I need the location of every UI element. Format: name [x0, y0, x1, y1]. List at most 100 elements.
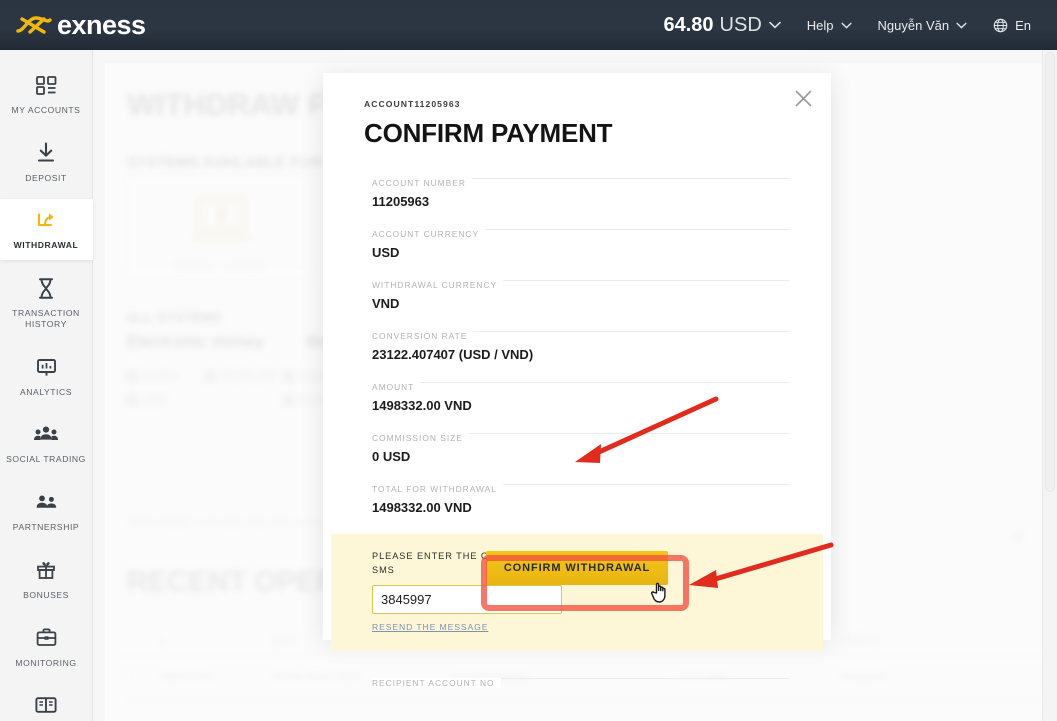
sidebar-item-label: SOCIAL TRADING: [6, 454, 86, 465]
sidebar-item-monitoring[interactable]: MONITORING: [0, 617, 93, 678]
download-arrow-icon: [36, 141, 56, 165]
field-withdrawal-currency: WITHDRAWAL CURRENCY VND: [364, 267, 790, 316]
book-icon: [35, 693, 57, 717]
hourglass-icon: [38, 276, 54, 300]
confirm-withdrawal-button[interactable]: CONFIRM WITHDRAWAL: [486, 551, 668, 585]
modal-title: CONFIRM PAYMENT: [364, 118, 613, 148]
app-root: exness 64.80 USD Help Nguyễn Văn En MY A…: [0, 0, 1057, 721]
field-value: VND: [372, 296, 400, 311]
modal-body: ACCOUNT11205963 CONFIRM PAYMENT ACCOUNT …: [323, 73, 831, 696]
sidebar-item-transaction-history[interactable]: TRANSACTION HISTORY: [0, 267, 93, 338]
field-value: 1498332.00 VND: [372, 500, 472, 515]
field-value: 0 USD: [372, 449, 411, 464]
sidebar-item-label: ANALYTICS: [19, 386, 73, 397]
field-total-for-withdrawal: TOTAL FOR WITHDRAWAL 1498332.00 VND: [364, 471, 790, 520]
field-account-number: ACCOUNT NUMBER 11205963: [364, 165, 790, 214]
sidebar-item-withdrawal[interactable]: WITHDRAWAL: [0, 199, 93, 261]
row-id: 156670785: [159, 671, 212, 683]
grid-accounts-icon: [35, 73, 57, 97]
row-expand-toggle[interactable]: –: [117, 671, 159, 683]
method-card-label: INTERNET BANKING: [171, 260, 269, 270]
language-label: En: [1015, 17, 1031, 33]
field-label: ACCOUNT NUMBER: [372, 178, 472, 188]
header-right-group: 64.80 USD Help Nguyễn Văn En: [663, 0, 1057, 50]
sidebar-item-my-accounts[interactable]: MY ACCOUNTS: [0, 64, 93, 125]
payment-method-neteller[interactable]: NETELLER: [205, 370, 283, 382]
field-label: CONVERSION RATE: [372, 331, 474, 341]
nganluong-icon: [283, 370, 294, 382]
balance-selector[interactable]: 64.80 USD: [663, 13, 781, 37]
brand-logo[interactable]: exness: [14, 11, 146, 39]
briefcase-icon: [36, 626, 57, 650]
sidebar-item-social-trading[interactable]: SOCIAL TRADING: [0, 413, 93, 474]
sidebar-item-bonuses[interactable]: BONUSES: [0, 549, 93, 610]
people-group-icon: [34, 422, 58, 446]
field-label: RECIPIENT ACCOUNT NO: [372, 677, 501, 688]
neteller-icon: [205, 370, 216, 382]
confirm-payment-modal: ACCOUNT11205963 CONFIRM PAYMENT ACCOUNT …: [323, 73, 831, 688]
sidebar-item-label: PARTNERSHIP: [12, 522, 80, 533]
field-label: ACCOUNT CURRENCY: [372, 229, 486, 239]
sidebar-item-label: WITHDRAWAL: [13, 240, 79, 251]
tab-electronic-money[interactable]: Electronic money: [127, 333, 265, 352]
hand-pointer-cursor: [650, 578, 672, 609]
help-menu[interactable]: Help: [807, 18, 852, 33]
sidebar-item-analytics[interactable]: ANALYTICS: [0, 346, 93, 407]
row-status: Accepted: [841, 671, 885, 683]
sidebar-item-label: MY ACCOUNTS: [11, 105, 81, 115]
laptop-banking-icon: [188, 194, 254, 251]
user-menu[interactable]: Nguyễn Văn: [878, 18, 968, 33]
method-card-internet-banking[interactable]: INTERNET BANKING: [127, 175, 313, 279]
bank-icon: [283, 394, 294, 406]
field-value: USD: [372, 245, 400, 260]
sidebar-item-label: BONUSES: [23, 589, 69, 600]
payment-method-skrill[interactable]: Skrill: [127, 394, 205, 406]
th-status: STATUS: [841, 635, 882, 647]
help-label: Help: [806, 17, 834, 33]
modal-actions: CONFIRM WITHDRAWAL: [323, 551, 831, 585]
exness-logo-icon: [14, 12, 54, 38]
top-header: exness 64.80 USD Help Nguyễn Văn En: [0, 0, 1057, 50]
resend-message-link[interactable]: RESEND THE MESSAGE: [372, 622, 488, 632]
sidebar-item-label: TRANSACTION HISTORY: [12, 308, 80, 329]
field-label: AMOUNT: [372, 382, 421, 392]
partners-icon: [35, 490, 58, 514]
field-label: COMMISSION SIZE: [372, 433, 469, 443]
field-account-currency: ACCOUNT CURRENCY USD: [364, 216, 790, 265]
field-value: 1498332.00 VND: [372, 398, 472, 413]
all-systems-heading: ALL SYSTEMS: [127, 310, 223, 325]
chevron-down-icon: [956, 22, 967, 29]
sidebar-item-deposit[interactable]: DEPOSIT: [0, 132, 93, 193]
field-divider: [372, 382, 790, 383]
scrollbar-thumb[interactable]: [1045, 52, 1055, 492]
sms-code-input[interactable]: [372, 584, 562, 614]
field-conversion-rate: CONVERSION RATE 23122.407407 (USD / VND): [364, 318, 790, 367]
sidebar-item-partnership[interactable]: PARTNERSHIP: [0, 481, 93, 542]
page-scrollbar[interactable]: [1042, 50, 1057, 721]
field-value: 11205963: [372, 194, 430, 209]
chart-board-icon: [36, 355, 57, 379]
th-id: #: [159, 635, 165, 647]
sidebar-item-education[interactable]: EDUCATION: [0, 684, 93, 721]
chevron-down-icon: [1011, 528, 1025, 546]
skrill-icon: [127, 394, 138, 406]
field-label: TOTAL FOR WITHDRAWAL: [372, 484, 503, 494]
account-eyebrow: ACCOUNT11205963: [364, 99, 461, 109]
field-label: WITHDRAWAL CURRENCY: [372, 280, 504, 290]
balance-currency: USD: [719, 13, 762, 36]
chevron-down-icon: [768, 21, 781, 29]
user-name-label: Nguyễn Văn: [877, 17, 950, 33]
language-selector[interactable]: En: [993, 18, 1031, 33]
globe-icon: [993, 18, 1008, 33]
sidebar-item-label: MONITORING: [15, 657, 77, 668]
suepay-icon: [127, 370, 138, 382]
payment-method-suepay[interactable]: SuePay: [127, 370, 205, 382]
close-icon[interactable]: [792, 87, 814, 109]
gift-icon: [36, 558, 56, 582]
sidebar-item-label: DEPOSIT: [25, 172, 67, 183]
field-value: 23122.407407 (USD / VND): [372, 347, 534, 362]
field-commission-size: COMMISSION SIZE 0 USD: [364, 420, 790, 469]
balance-amount: 64.80: [663, 13, 714, 36]
field-recipient-account-no: RECIPIENT ACCOUNT NO: [364, 665, 790, 696]
chevron-down-icon: [840, 22, 852, 29]
